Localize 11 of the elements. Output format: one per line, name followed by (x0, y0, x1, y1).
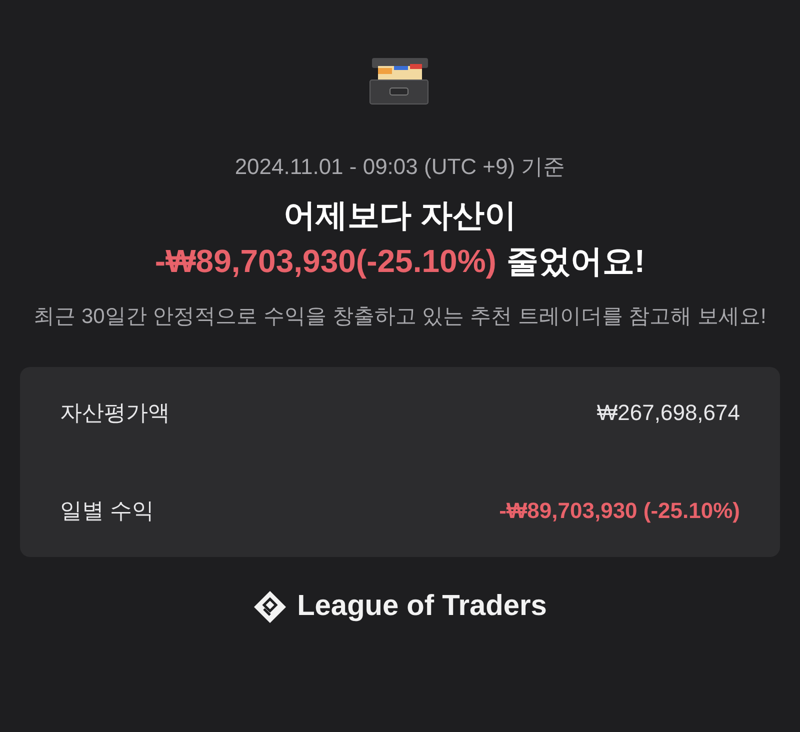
brand-name: League of Traders (297, 589, 547, 624)
timestamp: 2024.11.01 - 09:03 (UTC +9) 기준 (234, 153, 566, 181)
headline-suffix: 줄었어요! (506, 242, 646, 281)
change-amount: -₩89,703,930(-25.10%) (154, 242, 496, 281)
summary-value: ₩267,698,674 (596, 399, 740, 427)
summary-value: -₩89,703,930 (-25.10%) (499, 497, 740, 525)
summary-label: 일별 수익 (60, 497, 154, 525)
summary-label: 자산평가액 (60, 399, 170, 427)
recommendation-message: 최근 30일간 안정적으로 수익을 창출하고 있는 추천 트레이더를 참고해 보세요! (32, 304, 768, 330)
headline: 어제보다 자산이 (284, 196, 516, 235)
logo-icon (253, 590, 288, 624)
